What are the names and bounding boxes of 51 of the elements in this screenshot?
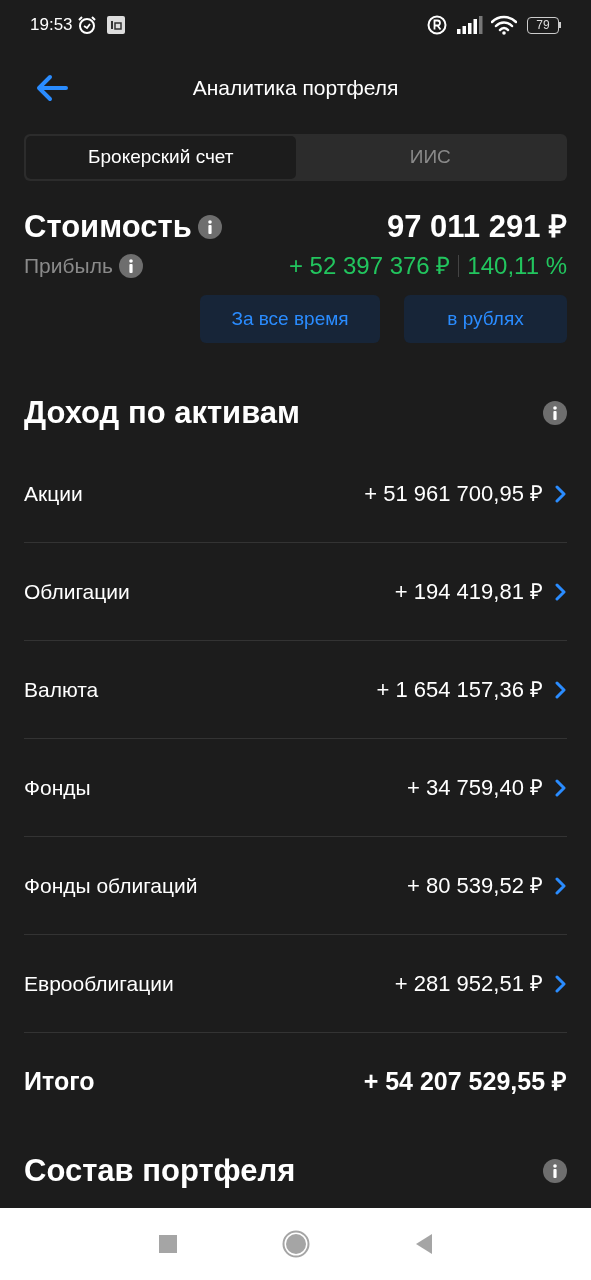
asset-income-row[interactable]: Валюта + 1 654 157,36 ₽ [24, 641, 567, 739]
asset-income: + 281 952,51 ₽ [394, 970, 543, 998]
total-income: + 54 207 529,55 ₽ [363, 1066, 567, 1098]
info-icon[interactable] [197, 215, 222, 239]
asset-name: Фонды облигаций [24, 872, 199, 899]
wifi-icon [491, 15, 517, 35]
back-button[interactable] [36, 74, 68, 102]
registered-icon [427, 15, 447, 35]
asset-income: + 34 759,40 ₽ [407, 774, 543, 802]
info-icon[interactable] [543, 1159, 567, 1183]
filter-button[interactable]: в рублях [404, 295, 567, 343]
asset-name: Валюта [24, 676, 100, 703]
chevron-right-icon [555, 484, 567, 503]
asset-income: + 80 539,52 ₽ [407, 872, 543, 900]
account-tab[interactable]: Брокерский счет [26, 136, 296, 179]
chevron-right-icon [555, 582, 567, 601]
profit-label: Прибыль [24, 253, 113, 280]
profit-amount: + 52 397 376 ₽ [288, 251, 451, 281]
asset-income: + 1 654 157,36 ₽ [376, 676, 543, 704]
alarm-icon [76, 15, 97, 35]
chevron-right-icon [555, 680, 567, 699]
status-time: 19:53 [30, 14, 73, 37]
section-heading: Состав портфеля [24, 1151, 296, 1190]
asset-income: + 51 961 700,95 ₽ [364, 480, 543, 508]
chevron-right-icon [555, 974, 567, 993]
asset-name: Облигации [24, 578, 131, 605]
asset-income-row[interactable]: Еврооблигации + 281 952,51 ₽ [24, 935, 567, 1033]
section-heading: Доход по активам [24, 393, 300, 432]
asset-name: Акции [24, 480, 84, 507]
info-icon[interactable] [543, 401, 567, 425]
filter-button[interactable]: За все время [200, 295, 380, 343]
profit-percent: 140,11 % [467, 251, 567, 281]
total-label: Итого [24, 1066, 95, 1098]
portfolio-value: 97 011 291 ₽ [386, 207, 567, 246]
info-icon[interactable] [118, 254, 143, 278]
back-arrow-icon [36, 74, 68, 102]
value-label: Стоимость [24, 207, 192, 246]
battery-icon: 79 [527, 16, 561, 34]
asset-income-row[interactable]: Фонды + 34 759,40 ₽ [24, 739, 567, 837]
signal-icon [457, 16, 483, 34]
asset-name: Еврооблигации [24, 970, 175, 997]
chevron-right-icon [555, 876, 567, 895]
page-title: Аналитика портфеля [192, 75, 399, 102]
asset-income-row[interactable]: Фонды облигаций + 80 539,52 ₽ [24, 837, 567, 935]
asset-income-row[interactable]: Облигации + 194 419,81 ₽ [24, 543, 567, 641]
asset-income: + 194 419,81 ₽ [394, 578, 543, 606]
account-tab[interactable]: ИИС [295, 136, 565, 179]
asset-name: Фонды [24, 774, 92, 801]
app-notification-icon [106, 16, 125, 34]
chevron-right-icon [555, 778, 567, 797]
asset-income-row[interactable]: Акции + 51 961 700,95 ₽ [24, 445, 567, 543]
